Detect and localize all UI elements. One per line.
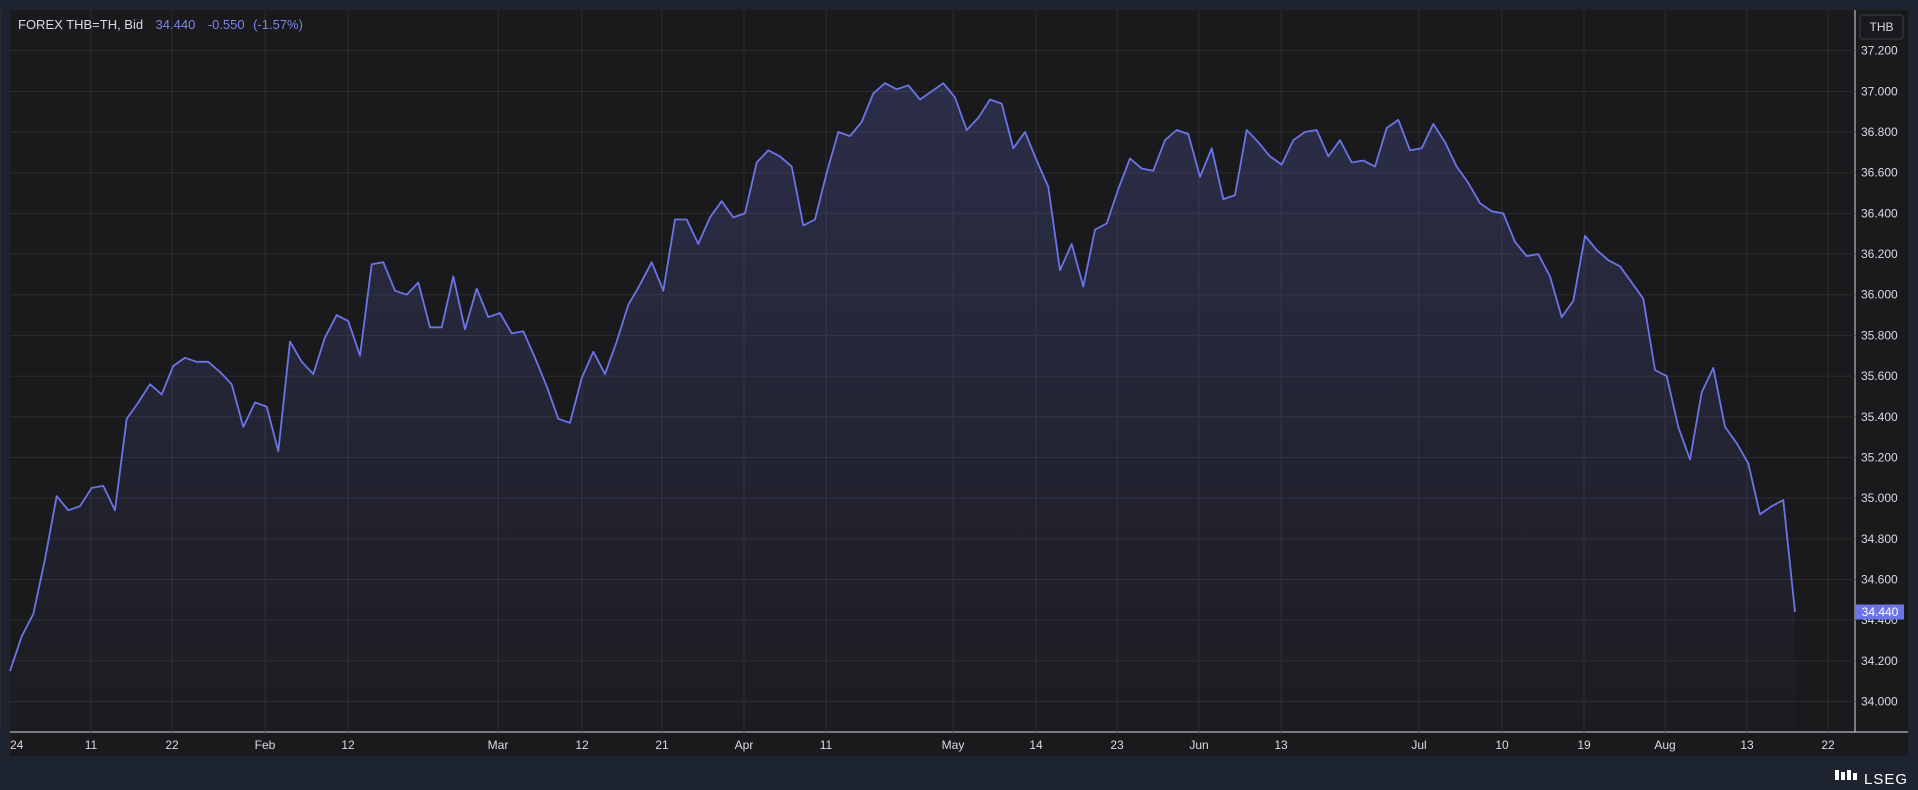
currency-button[interactable]: THB — [1859, 14, 1904, 40]
y-tick-label: 34.800 — [1861, 532, 1898, 546]
brand-name: LSEG — [1864, 771, 1908, 788]
x-tick-label: 10 — [1495, 738, 1509, 752]
price-chart: 34.00034.20034.40034.60034.80035.00035.2… — [0, 0, 1918, 790]
y-tick-label: 37.000 — [1861, 84, 1898, 98]
currency-button-label: THB — [1870, 20, 1894, 34]
x-tick-label: 19 — [1577, 738, 1591, 752]
chart-container: 34.000 34.200 34.400 34.600 34.800 35.000 35.2… — [0, 0, 1918, 790]
y-tick-label: 36.000 — [1861, 288, 1898, 302]
last-value-label: 34.440 — [1862, 605, 1899, 619]
y-tick-label: 35.600 — [1861, 369, 1898, 383]
x-tick-label: 11 — [820, 738, 833, 752]
last-value-badge: 34.440 — [1856, 604, 1904, 620]
x-tick-label: 23 — [1110, 738, 1124, 752]
x-tick-label: Feb — [255, 738, 276, 752]
x-tick-label: 22 — [165, 738, 179, 752]
y-tick-label: 36.600 — [1861, 166, 1898, 180]
x-tick-label: 21 — [655, 738, 669, 752]
x-tick-label: May — [942, 738, 965, 752]
y-tick-label: 37.200 — [1861, 44, 1898, 58]
y-tick-label: 35.400 — [1861, 410, 1898, 424]
x-tick-label: 13 — [1274, 738, 1288, 752]
y-tick-label: 36.400 — [1861, 206, 1898, 220]
y-tick-label: 34.000 — [1861, 694, 1898, 708]
y-tick-label: 35.200 — [1861, 450, 1898, 464]
x-tick-label: Jul — [1411, 738, 1426, 752]
y-tick-label: 35.000 — [1861, 491, 1898, 505]
y-tick-label: 35.800 — [1861, 328, 1898, 342]
y-tick-label: 36.200 — [1861, 247, 1898, 261]
x-tick-label: Jun — [1189, 738, 1208, 752]
x-tick-label: 14 — [1029, 738, 1043, 752]
y-tick-label: 36.800 — [1861, 125, 1898, 139]
x-tick-label: 22 — [1821, 738, 1835, 752]
x-tick-label: 11 — [85, 738, 98, 752]
x-tick-label: 24 — [10, 738, 24, 752]
x-tick-label: Apr — [735, 738, 754, 752]
x-tick-label: Aug — [1654, 738, 1675, 752]
y-tick-label: 34.200 — [1861, 654, 1898, 668]
x-tick-label: 12 — [341, 738, 355, 752]
x-tick-label: 13 — [1740, 738, 1754, 752]
x-tick-label: Mar — [488, 738, 509, 752]
x-tick-label: 12 — [575, 738, 589, 752]
instrument-label: FOREX THB=TH, Bid 34.440 -0.550 (-1.57%) — [18, 16, 303, 33]
y-tick-label: 34.600 — [1861, 572, 1898, 586]
